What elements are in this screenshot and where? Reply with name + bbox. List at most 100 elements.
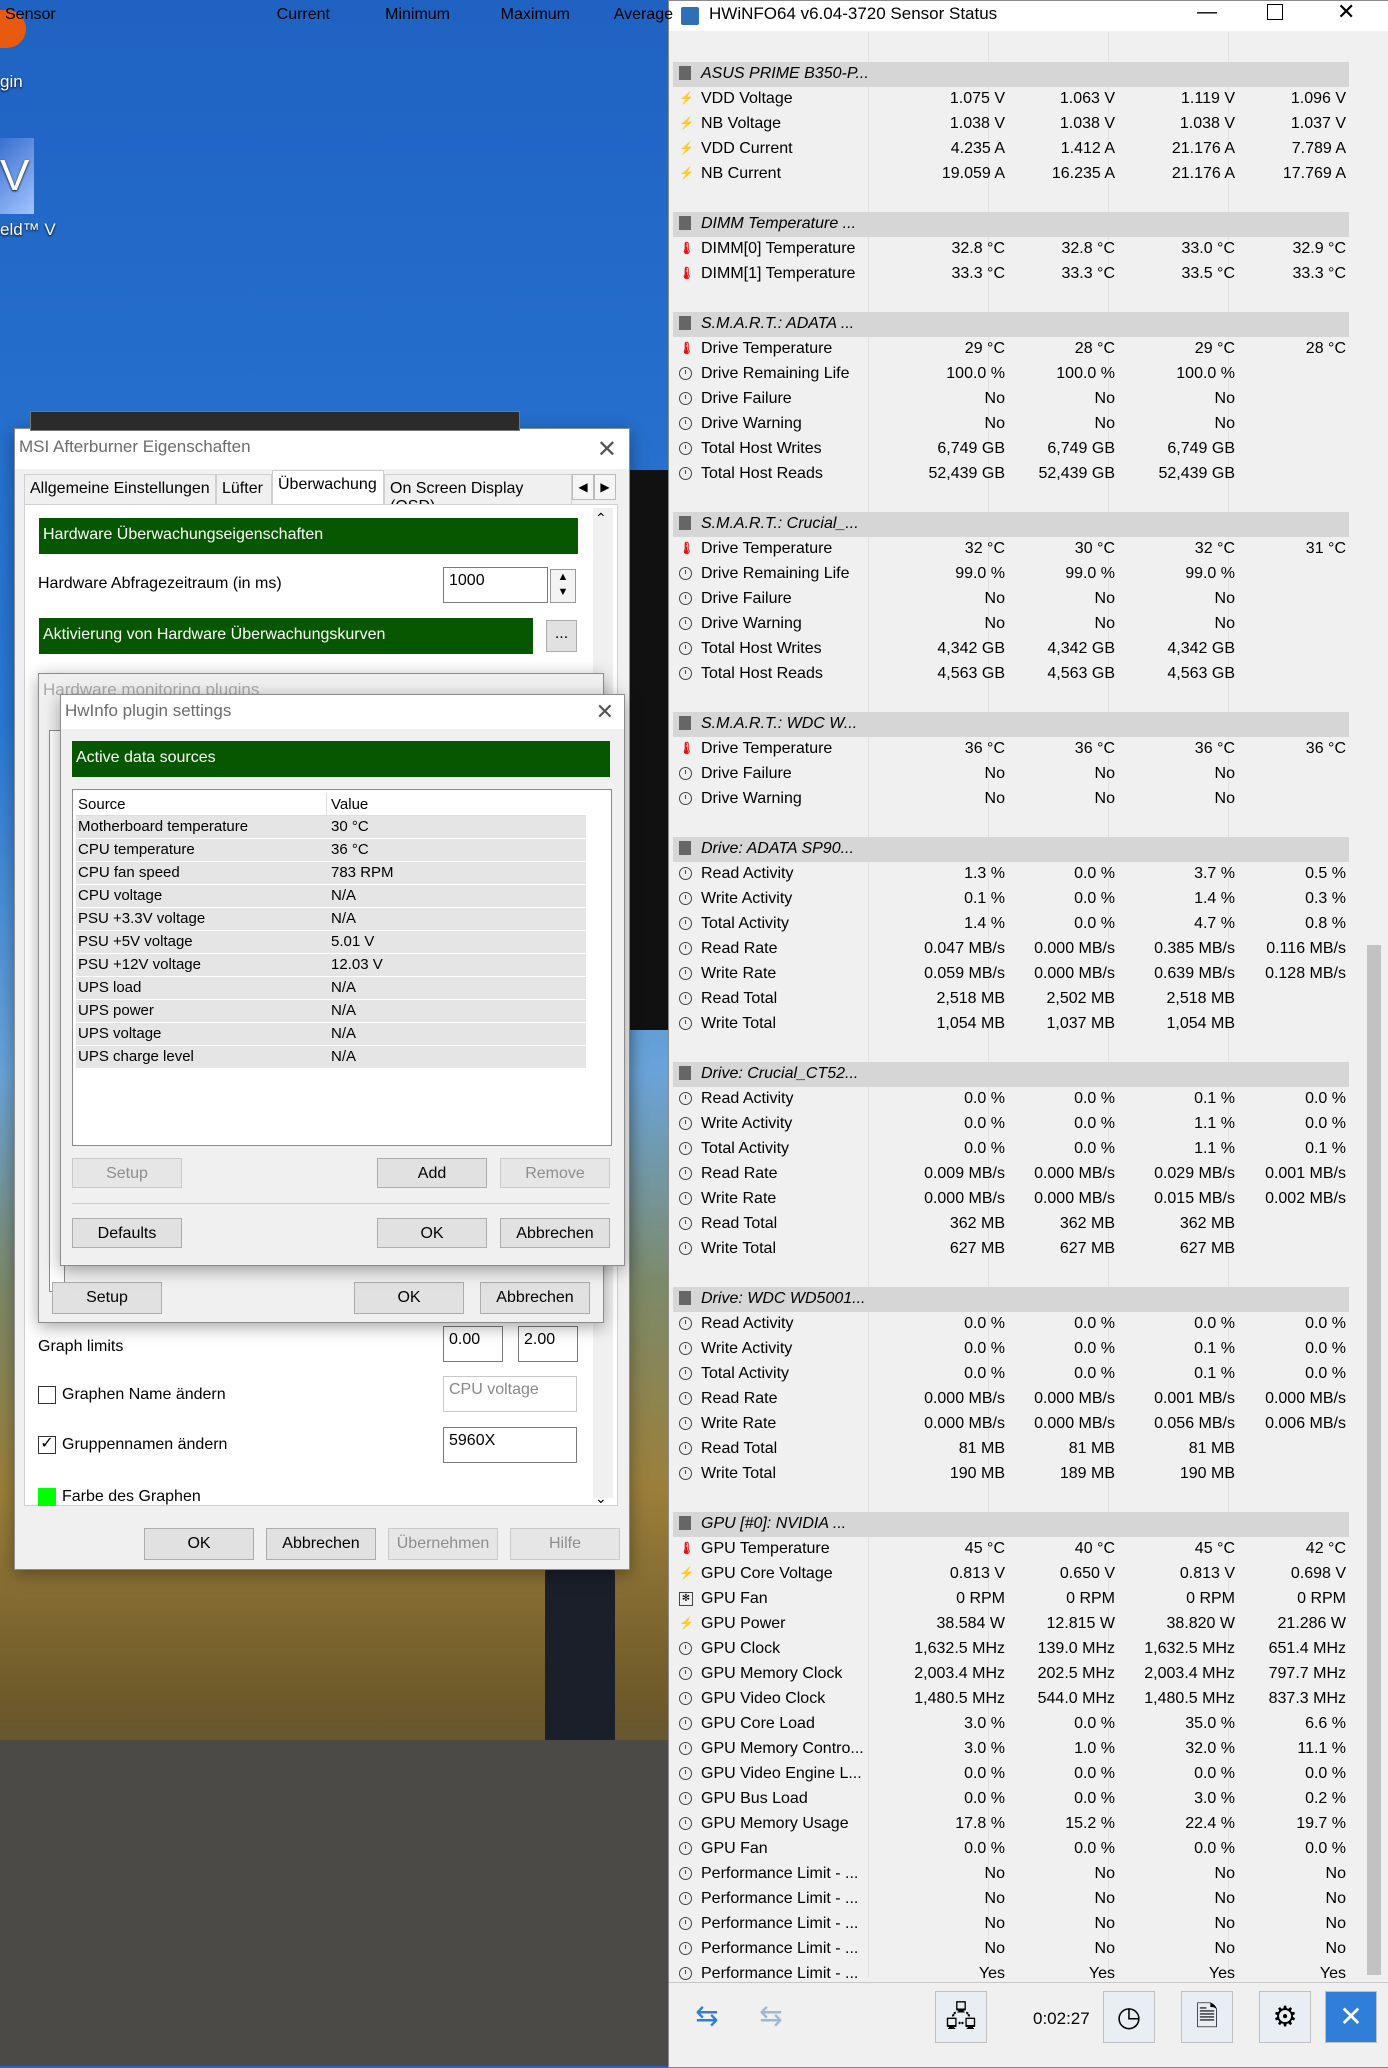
graph-max-input[interactable]: 2.00	[518, 1326, 578, 1362]
cancel-button[interactable]: Abbrechen	[266, 1528, 376, 1560]
sensor-row[interactable]: GPU Core Load 3.0 % 0.0 % 35.0 % 6.6 %	[673, 1712, 1349, 1737]
sensor-row[interactable]: GPU Video Engine L... 0.0 % 0.0 % 0.0 % 0.0 …	[673, 1762, 1349, 1787]
data-source-row[interactable]: CPU temperature 36 °C	[76, 839, 586, 861]
sensor-row[interactable]: Drive Remaining Life 100.0 % 100.0 % 100.0 …	[673, 362, 1349, 387]
rename-graph-input[interactable]: CPU voltage	[443, 1376, 577, 1412]
sensor-row[interactable]: Write Rate 0.000 MB/s 0.000 MB/s 0.015 MB/s…	[673, 1187, 1349, 1212]
column-maximum[interactable]: Maximum	[460, 6, 570, 24]
desktop-game-shortcut[interactable]: V eld™ V	[0, 138, 56, 239]
sensor-row[interactable]: Drive Warning No No No	[673, 412, 1349, 437]
tab-scroll-left-button[interactable]: ◀	[572, 474, 594, 500]
sensor-row[interactable]: Write Activity 0.0 % 0.0 % 0.1 % 0.0 %	[673, 1337, 1349, 1362]
sensor-row[interactable]: Total Host Writes 4,342 GB 4,342 GB 4,342 G…	[673, 637, 1349, 662]
sensor-row[interactable]: Drive Warning No No No	[673, 612, 1349, 637]
sensor-row[interactable]: ⚡ NB Current 19.059 A 16.235 A 21.176 A 17.76…	[673, 162, 1349, 187]
settings-button[interactable]: ⚙	[1259, 1991, 1311, 2043]
data-source-row[interactable]: UPS power N/A	[76, 1000, 586, 1022]
sensor-row[interactable]: Performance Limit - ... No No No No	[673, 1887, 1349, 1912]
sensor-row[interactable]: Total Activity 1.4 % 0.0 % 4.7 % 0.8 %	[673, 912, 1349, 937]
sensor-group-row[interactable]: S.M.A.R.T.: Crucial_...	[673, 512, 1349, 537]
data-source-row[interactable]: PSU +5V voltage 5.01 V	[76, 931, 586, 953]
sensor-row[interactable]: Read Activity 0.0 % 0.0 % 0.0 % 0.0 %	[673, 1312, 1349, 1337]
column-sensor[interactable]: Sensor	[5, 6, 56, 24]
sensor-row[interactable]: ⚡ NB Voltage 1.038 V 1.038 V 1.038 V 1.037 V	[673, 112, 1349, 137]
data-source-row[interactable]: PSU +3.3V voltage N/A	[76, 908, 586, 930]
help-button[interactable]: Hilfe	[510, 1528, 620, 1560]
sensor-row[interactable]: 🌡 Drive Temperature 36 °C 36 °C 36 °C 36 °C	[673, 737, 1349, 762]
sensor-row[interactable]: Read Total 81 MB 81 MB 81 MB	[673, 1437, 1349, 1462]
poll-period-spinner[interactable]: ▲ ▼	[550, 569, 576, 603]
column-current[interactable]: Current	[255, 6, 330, 24]
sensor-row[interactable]: 🌡 Drive Temperature 32 °C 30 °C 32 °C 31 °C	[673, 537, 1349, 562]
sensor-row[interactable]: Drive Remaining Life 99.0 % 99.0 % 99.0 %	[673, 562, 1349, 587]
minimize-icon[interactable]: —	[1197, 1, 1217, 24]
data-source-row[interactable]: CPU fan speed 783 RPM	[76, 862, 586, 884]
plugins-cancel-button[interactable]: Abbrechen	[480, 1282, 590, 1314]
close-icon[interactable]: ✕	[1337, 0, 1355, 25]
sensor-row[interactable]: GPU Clock 1,632.5 MHz 139.0 MHz 1,632.5 MHz…	[673, 1637, 1349, 1662]
sensor-row[interactable]: Read Total 2,518 MB 2,502 MB 2,518 MB	[673, 987, 1349, 1012]
settings-ok-button[interactable]: OK	[377, 1218, 487, 1248]
sensor-row[interactable]: GPU Memory Clock 2,003.4 MHz 202.5 MHz 2,00…	[673, 1662, 1349, 1687]
sensor-row[interactable]: ✻ GPU Fan 0 RPM 0 RPM 0 RPM 0 RPM	[673, 1587, 1349, 1612]
sensor-group-row[interactable]: DIMM Temperature ...	[673, 212, 1349, 237]
apply-button[interactable]: Übernehmen	[388, 1528, 498, 1560]
sensor-row[interactable]: 🌡 DIMM[0] Temperature 32.8 °C 32.8 °C 33.0 °…	[673, 237, 1349, 262]
settings-cancel-button[interactable]: Abbrechen	[500, 1218, 610, 1248]
sensor-row[interactable]: Total Host Reads 4,563 GB 4,563 GB 4,563 GB	[673, 662, 1349, 687]
column-average[interactable]: Average	[575, 6, 673, 24]
sensor-row[interactable]: GPU Memory Contro... 3.0 % 1.0 % 32.0 % 11.1…	[673, 1737, 1349, 1762]
sensor-row[interactable]: Drive Failure No No No	[673, 587, 1349, 612]
sensor-row[interactable]: Read Rate 0.009 MB/s 0.000 MB/s 0.029 MB/s 0…	[673, 1162, 1349, 1187]
sensor-row[interactable]: Total Activity 0.0 % 0.0 % 1.1 % 0.1 %	[673, 1137, 1349, 1162]
data-sources-list[interactable]: Source Value Motherboard temperature 30 °…	[72, 789, 612, 1146]
tab-monitoring[interactable]: Überwachung	[272, 470, 384, 504]
sensor-row[interactable]: Write Rate 0.000 MB/s 0.000 MB/s 0.056 MB/s…	[673, 1412, 1349, 1437]
clock-reset-button[interactable]: ◷	[1103, 1991, 1155, 2043]
sensor-group-row[interactable]: S.M.A.R.T.: ADATA ...	[673, 312, 1349, 337]
sensor-row[interactable]: 🌡 GPU Temperature 45 °C 40 °C 45 °C 42 °C	[673, 1537, 1349, 1562]
tab-fan[interactable]: Lüfter	[216, 474, 272, 504]
sensor-row[interactable]: Total Activity 0.0 % 0.0 % 0.1 % 0.0 %	[673, 1362, 1349, 1387]
column-source[interactable]: Source	[78, 796, 126, 813]
sensor-group-row[interactable]: ASUS PRIME B350-P...	[673, 62, 1349, 87]
data-source-row[interactable]: CPU voltage N/A	[76, 885, 586, 907]
sensor-row[interactable]: Write Total 190 MB 189 MB 190 MB	[673, 1462, 1349, 1487]
sensor-row[interactable]: GPU Bus Load 0.0 % 0.0 % 3.0 % 0.2 %	[673, 1787, 1349, 1812]
nav-collapse-button[interactable]: ⇆	[741, 1991, 801, 2043]
sensor-row[interactable]: Read Rate 0.047 MB/s 0.000 MB/s 0.385 MB/s 0…	[673, 937, 1349, 962]
sensor-scroll-thumb[interactable]	[1367, 945, 1381, 1975]
sensor-row[interactable]: Drive Failure No No No	[673, 762, 1349, 787]
sensor-row[interactable]: ⚡ VDD Current 4.235 A 1.412 A 21.176 A 7.789 …	[673, 137, 1349, 162]
sensor-row[interactable]: Performance Limit - ... No No No No	[673, 1862, 1349, 1887]
sensor-group-row[interactable]: GPU [#0]: NVIDIA ...	[673, 1512, 1349, 1537]
rename-graph-checkbox[interactable]	[38, 1386, 56, 1404]
rename-group-checkbox[interactable]: ✓	[38, 1436, 56, 1454]
network-button[interactable]: 🖧	[935, 1991, 987, 2043]
sensor-row[interactable]: GPU Video Clock 1,480.5 MHz 544.0 MHz 1,480…	[673, 1687, 1349, 1712]
sensor-row[interactable]: Read Activity 0.0 % 0.0 % 0.1 % 0.0 %	[673, 1087, 1349, 1112]
sensor-group-row[interactable]: Drive: Crucial_CT52...	[673, 1062, 1349, 1087]
ok-button[interactable]: OK	[144, 1528, 254, 1560]
graph-color-swatch[interactable]	[38, 1488, 56, 1506]
plugins-ok-button[interactable]: OK	[354, 1282, 464, 1314]
sensor-row[interactable]: Write Total 627 MB 627 MB 627 MB	[673, 1237, 1349, 1262]
more-options-button[interactable]: ...	[546, 620, 577, 652]
sensor-row[interactable]: GPU Memory Usage 17.8 % 15.2 % 22.4 % 19.7 %	[673, 1812, 1349, 1837]
sensor-row[interactable]: 🌡 Drive Temperature 29 °C 28 °C 29 °C 28 °C	[673, 337, 1349, 362]
sensor-row[interactable]: Write Rate 0.059 MB/s 0.000 MB/s 0.639 MB/s…	[673, 962, 1349, 987]
sensor-row[interactable]: Drive Failure No No No	[673, 387, 1349, 412]
sensor-row[interactable]: ⚡ GPU Core Voltage 0.813 V 0.650 V 0.813 V 0.…	[673, 1562, 1349, 1587]
sensor-row[interactable]: Performance Limit - ... No No No No	[673, 1912, 1349, 1937]
sensor-row[interactable]: Read Rate 0.000 MB/s 0.000 MB/s 0.001 MB/s 0…	[673, 1387, 1349, 1412]
sensor-row[interactable]: Performance Limit - ... No No No No	[673, 1937, 1349, 1962]
close-sensors-button[interactable]: ✕	[1325, 1991, 1377, 2043]
sensor-row[interactable]: Total Host Reads 52,439 GB 52,439 GB 52,439…	[673, 462, 1349, 487]
sensor-group-row[interactable]: S.M.A.R.T.: WDC W...	[673, 712, 1349, 737]
graph-min-input[interactable]: 0.00	[443, 1326, 503, 1362]
data-source-row[interactable]: UPS voltage N/A	[76, 1023, 586, 1045]
sensor-row[interactable]: Write Activity 0.0 % 0.0 % 1.1 % 0.0 %	[673, 1112, 1349, 1137]
add-source-button[interactable]: Add	[377, 1158, 487, 1188]
column-value[interactable]: Value	[331, 796, 368, 813]
sensor-row[interactable]: ⚡ VDD Voltage 1.075 V 1.063 V 1.119 V 1.096 V	[673, 87, 1349, 112]
